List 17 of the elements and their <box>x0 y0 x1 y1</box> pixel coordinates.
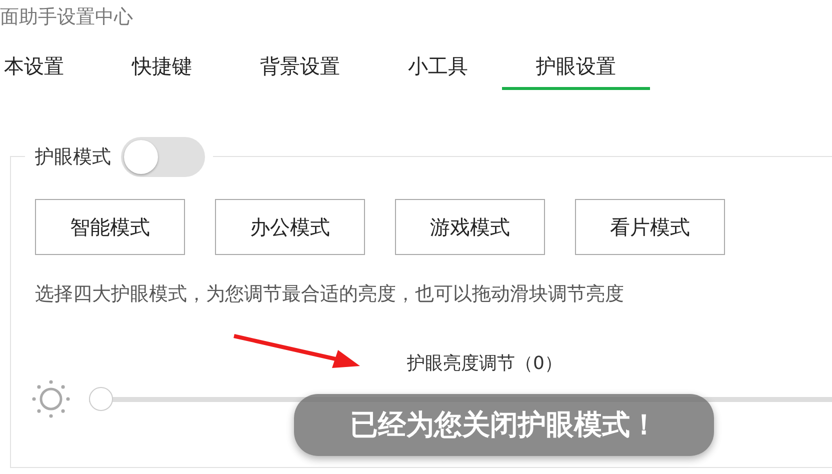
tab[interactable]: 背景设置 <box>226 46 374 90</box>
tab[interactable]: 本设置 <box>0 46 98 90</box>
brightness-label: 护眼亮度调节（0） <box>407 352 564 375</box>
mode-button[interactable]: 智能模式 <box>35 199 185 255</box>
tab[interactable]: 小工具 <box>374 46 502 90</box>
group-label: 护眼模式 <box>35 145 111 170</box>
tab[interactable]: 护眼设置 <box>502 46 650 90</box>
description-text: 选择四大护眼模式，为您调节最合适的亮度，也可以拖动滑块调节亮度 <box>35 282 625 307</box>
mode-button[interactable]: 看片模式 <box>575 199 725 255</box>
toggle-switch[interactable] <box>121 137 205 177</box>
sun-icon <box>31 379 71 419</box>
window-title: 面助手设置中心 <box>0 5 134 30</box>
slider-thumb[interactable] <box>89 387 113 411</box>
tab[interactable]: 快捷键 <box>98 46 226 90</box>
message-toast: 已经为您关闭护眼模式！ <box>294 394 714 456</box>
mode-button[interactable]: 游戏模式 <box>395 199 545 255</box>
mode-button[interactable]: 办公模式 <box>215 199 365 255</box>
